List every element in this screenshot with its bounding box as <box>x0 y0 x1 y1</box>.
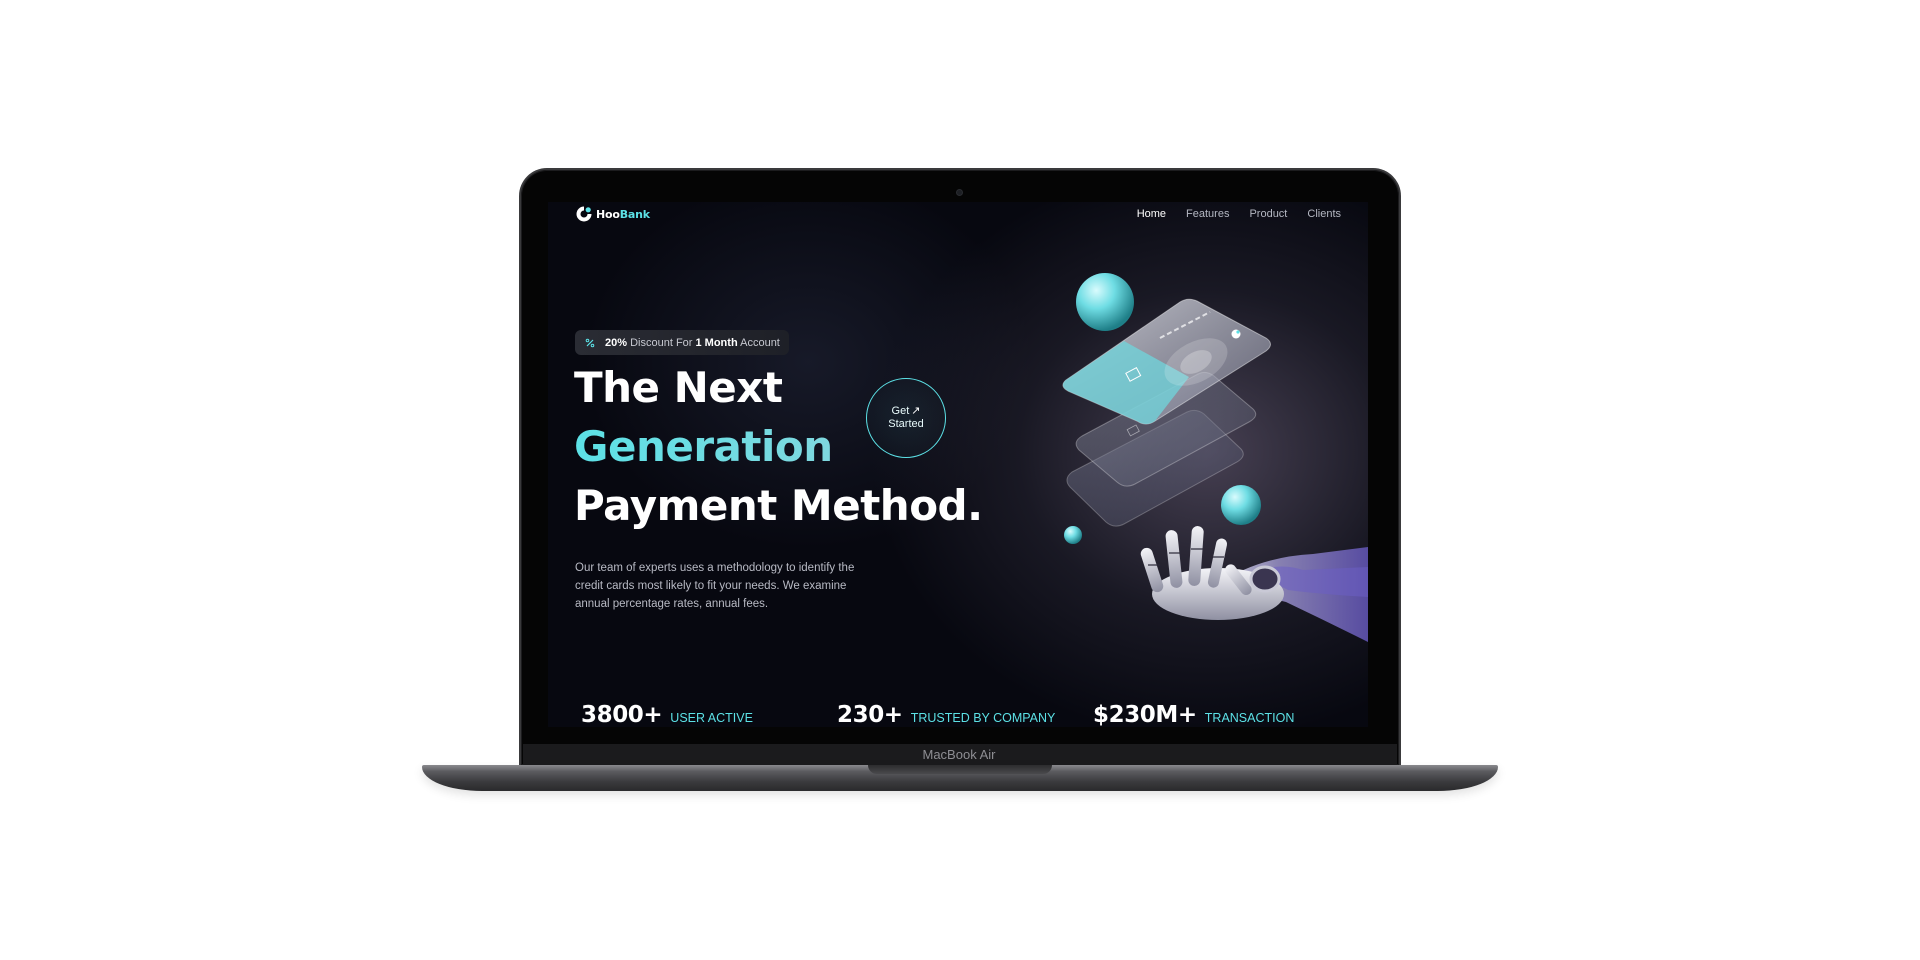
stat-value: 3800+ <box>581 702 663 727</box>
cta-line1-row: Get ↗ <box>892 405 921 418</box>
robot-wrist-joint <box>1249 565 1281 593</box>
get-started-button[interactable]: Get ↗ Started <box>866 378 946 458</box>
badge-text2: Account <box>737 336 780 349</box>
logo[interactable]: HooBank <box>575 204 650 224</box>
laptop-notch <box>868 765 1052 774</box>
cta-line2: Started <box>888 418 924 430</box>
badge-period: 1 Month <box>695 336 738 349</box>
hero-title-line3: Payment Method. <box>574 481 983 530</box>
camera-icon <box>957 190 962 195</box>
brand-part2: Bank <box>619 207 650 221</box>
stat-label: USER ACTIVE <box>670 711 753 725</box>
sphere-medium <box>1221 485 1261 525</box>
card-logo-icon <box>1231 329 1241 339</box>
hero-title-line2: Generation <box>574 422 833 471</box>
card-logo-dot <box>1236 330 1240 334</box>
brand-part1: Hoo <box>596 207 620 221</box>
stat-label: TRANSACTION <box>1204 711 1295 725</box>
stat-value: $230M+ <box>1093 702 1197 727</box>
stat-companies: 230+ TRUSTED BY COMPANY <box>837 702 1055 727</box>
cta-line1: Get <box>891 405 910 417</box>
stat-users: 3800+ USER ACTIVE <box>581 702 753 727</box>
laptop-screen: HooBank Home Features Product Clients 20… <box>548 202 1368 727</box>
stat-value: 230+ <box>837 702 903 727</box>
stat-transactions: $230M+ TRANSACTION <box>1093 702 1294 727</box>
badge-text1: Discount For <box>627 336 696 349</box>
hero-title-line1: The Next <box>574 363 783 412</box>
stats-bar: 3800+ USER ACTIVE 230+ TRUSTED BY COMPAN… <box>548 702 1368 727</box>
hoobank-logo-icon <box>575 205 593 223</box>
sphere-large <box>1076 273 1134 331</box>
sphere-small <box>1064 526 1082 544</box>
stat-label: TRUSTED BY COMPANY <box>910 711 1056 725</box>
badge-text: 20% Discount For 1 Month Account <box>605 337 780 349</box>
logo-text: HooBank <box>596 208 650 221</box>
discount-badge: 20% Discount For 1 Month Account <box>575 330 789 355</box>
hero-illustration <box>1062 273 1368 642</box>
robot-finger-1 <box>1140 547 1164 593</box>
stage: HooBank Home Features Product Clients 20… <box>0 0 1920 960</box>
device-label: MacBook Air <box>922 747 996 762</box>
discount-icon <box>583 336 597 350</box>
hero-description: Our team of experts uses a methodology t… <box>575 561 855 610</box>
badge-percent: 20% <box>605 336 628 349</box>
arrow-up-right-icon: ↗ <box>911 405 921 417</box>
